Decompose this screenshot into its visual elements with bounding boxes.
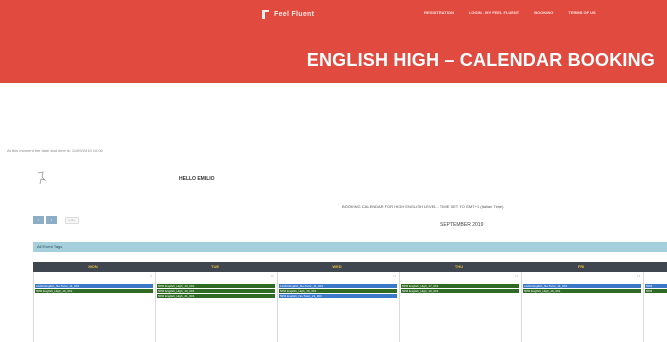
day-cell-tue[interactable]: 10 5PM English_High_10_001 5PM English_H…: [156, 272, 278, 342]
day-header-tue: TUE: [211, 264, 219, 269]
current-datetime: At this moment the date and time is: 11/…: [7, 148, 103, 153]
calendar-event[interactable]: 5PM: [645, 284, 667, 288]
calendar-event[interactable]: 5PM English_High_10_001: [401, 289, 519, 293]
day-header-fri: FRI: [577, 264, 585, 269]
calendar-grid: 9 11AM English_No-Tutor_11_001 5PM Engli…: [33, 272, 667, 342]
nav-booking[interactable]: BOOKING: [534, 10, 553, 15]
day-header-mon: MON: [88, 264, 98, 269]
prev-icon: ‹: [37, 217, 40, 222]
nav-registration[interactable]: REGISTRATION: [424, 10, 454, 15]
calendar-event[interactable]: 5PM English_High_10_001: [157, 284, 275, 288]
logo-icon: [262, 10, 269, 19]
page-title: ENGLISH HIGH – CALENDAR BOOKING: [306, 50, 655, 70]
event-tags-label: All Event Tags: [37, 244, 63, 249]
calendar-event[interactable]: 5PM English_High_16_001: [523, 289, 641, 293]
logo-text: Feel Fluent: [274, 11, 315, 18]
site-header: Feel Fluent REGISTRATION LOGIN - MY FEEL…: [0, 0, 667, 83]
month-label: SEPTEMBER 2019: [440, 222, 484, 228]
calendar-event[interactable]: 5PM English_High_17_001: [401, 284, 519, 288]
day-header-wed: WED: [332, 264, 342, 269]
day-cell-wed[interactable]: 11 11AM English_No-Tutor_11_001 5PM Engl…: [278, 272, 400, 342]
next-month-button[interactable]: ›: [46, 216, 57, 224]
next-icon: ›: [50, 217, 53, 222]
today-label: today: [68, 218, 76, 222]
event-tags-filter[interactable]: All Event Tags: [33, 242, 667, 252]
calendar-title: BOOKING CALENDAR FOR HIGH ENGLISH LEVEL …: [342, 204, 504, 209]
calendar-event[interactable]: 5PM English_High_16_001: [279, 289, 397, 293]
user-avatar-icon: [37, 171, 47, 185]
today-button[interactable]: today: [65, 216, 79, 224]
calendar-event[interactable]: 5PM English_No-Tutor_21_001: [279, 294, 397, 298]
day-number: 10: [270, 274, 274, 278]
nav-terms[interactable]: TERMS OF US: [568, 10, 595, 15]
prev-month-button[interactable]: ‹: [33, 216, 44, 224]
day-cell-sat[interactable]: 5PM 5PM: [644, 272, 667, 342]
calendar-event[interactable]: 11AM English_No-Tutor_11_001: [35, 284, 153, 288]
calendar-event[interactable]: 5PM English_High_10_001: [157, 289, 275, 293]
calendar-event[interactable]: 11AM English_No-Tutor_11_001: [279, 284, 397, 288]
day-number: 12: [514, 274, 518, 278]
calendar-event[interactable]: 5PM English_High_21_001: [157, 294, 275, 298]
calendar-nav: ‹ › today: [33, 216, 79, 224]
greeting: HELLO EMILIO: [179, 176, 215, 182]
day-number: 11: [392, 274, 396, 278]
calendar-event[interactable]: 5PM: [645, 289, 667, 293]
nav-login[interactable]: LOGIN - MY FEEL FLUENT: [469, 10, 519, 15]
day-number: 9: [150, 274, 152, 278]
day-cell-fri[interactable]: 13 11AM English_No-Tutor_11_001 5PM Engl…: [522, 272, 644, 342]
calendar-event[interactable]: 5PM English_High_16_001: [35, 289, 153, 293]
day-number: 13: [636, 274, 640, 278]
site-logo[interactable]: Feel Fluent: [262, 10, 314, 19]
day-header-row: MON TUE WED THU FRI: [33, 262, 667, 272]
main-nav: REGISTRATION LOGIN - MY FEEL FLUENT BOOK…: [424, 10, 596, 15]
day-cell-thu[interactable]: 12 5PM English_High_17_001 5PM English_H…: [400, 272, 522, 342]
day-header-thu: THU: [454, 264, 464, 269]
calendar-event[interactable]: 11AM English_No-Tutor_11_001: [523, 284, 641, 288]
day-cell-mon[interactable]: 9 11AM English_No-Tutor_11_001 5PM Engli…: [34, 272, 156, 342]
